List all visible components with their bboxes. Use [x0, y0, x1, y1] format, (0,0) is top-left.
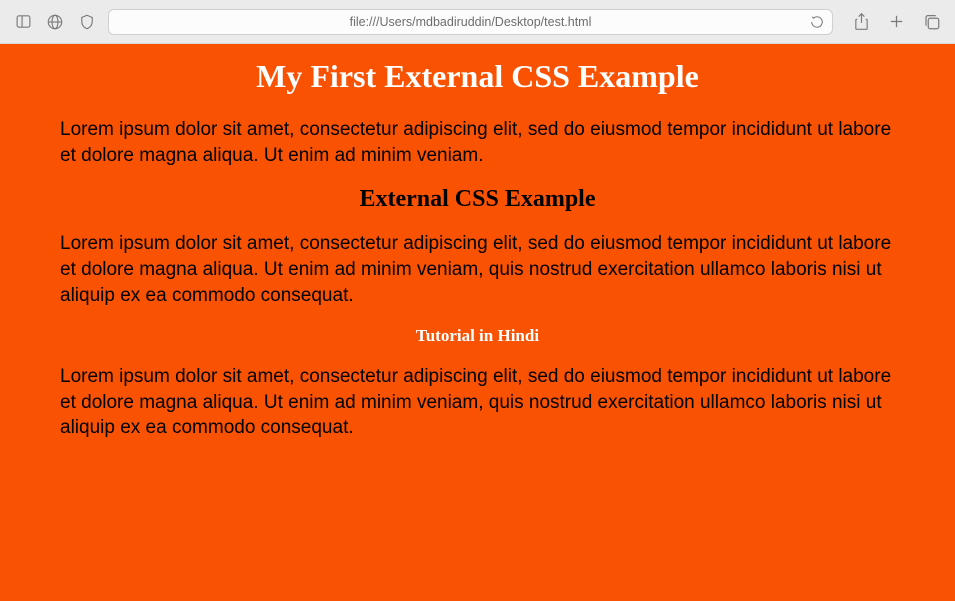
privacy-shield-icon[interactable] — [78, 13, 96, 31]
page-paragraph-2: Lorem ipsum dolor sit amet, consectetur … — [60, 231, 895, 308]
site-settings-icon[interactable] — [46, 13, 64, 31]
page-viewport: My First External CSS Example Lorem ipsu… — [0, 44, 955, 601]
page-paragraph-3: Lorem ipsum dolor sit amet, consectetur … — [60, 364, 895, 441]
toolbar-left-group — [14, 13, 96, 31]
share-icon[interactable] — [853, 12, 870, 31]
toolbar-right-group — [845, 12, 941, 31]
sidebar-toggle-icon[interactable] — [14, 13, 32, 31]
address-text: file:///Users/mdbadiruddin/Desktop/test.… — [117, 15, 824, 29]
address-bar[interactable]: file:///Users/mdbadiruddin/Desktop/test.… — [108, 9, 833, 35]
reload-icon[interactable] — [810, 15, 824, 29]
page-heading-2: External CSS Example — [60, 186, 895, 213]
page-heading-3: Tutorial in Hindi — [60, 326, 895, 346]
tab-overview-icon[interactable] — [923, 13, 941, 31]
new-tab-icon[interactable] — [888, 13, 905, 30]
page-paragraph-1: Lorem ipsum dolor sit amet, consectetur … — [60, 117, 895, 168]
page-heading-1: My First External CSS Example — [60, 58, 895, 95]
browser-toolbar: file:///Users/mdbadiruddin/Desktop/test.… — [0, 0, 955, 44]
